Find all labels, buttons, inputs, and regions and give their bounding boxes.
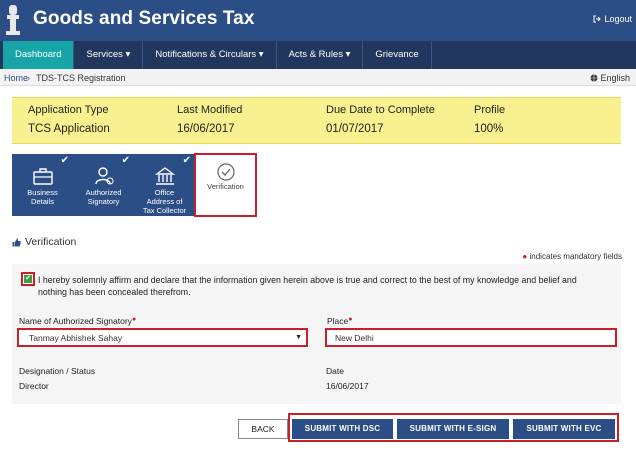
thumbs-up-icon [12, 238, 21, 246]
date-label: Date [326, 366, 344, 376]
tab-business-details[interactable]: ✔ Business Details [12, 154, 73, 216]
nav-dashboard[interactable]: Dashboard [3, 41, 75, 69]
site-title: Goods and Services Tax [33, 8, 255, 29]
tab-authorized-signatory[interactable]: ✔ Authorized Signatory [73, 154, 134, 216]
logout-icon [593, 15, 602, 23]
logout-link[interactable]: Logout [593, 14, 632, 24]
due-date-label: Due Date to Complete [326, 104, 435, 116]
main-nav: Dashboard Services ▾ Notifications & Cir… [0, 41, 636, 69]
required-marker: ● [348, 316, 353, 323]
logout-label: Logout [604, 14, 632, 24]
tab-business-label-2: Details [31, 197, 54, 206]
check-icon: ✔ [121, 155, 130, 166]
tab-signatory-label-1: Authorized [85, 188, 122, 197]
back-button[interactable]: BACK [238, 419, 288, 439]
check-circle-icon [216, 163, 235, 181]
application-type-label: Application Type [28, 104, 109, 116]
nav-services[interactable]: Services ▾ [74, 41, 144, 69]
designation-value: Director [19, 381, 49, 391]
tab-office-label-1: Office [154, 188, 175, 197]
submit-dsc-button[interactable]: SUBMIT WITH DSC [292, 419, 393, 439]
place-label: Place● [327, 316, 353, 326]
declaration-text: I hereby solemnly affirm and declare tha… [38, 275, 577, 297]
application-type-value: TCS Application [28, 123, 110, 135]
globe-icon [590, 74, 598, 82]
nav-grievance[interactable]: Grievance [363, 41, 432, 69]
due-date-value: 01/07/2017 [326, 123, 384, 135]
mandatory-note: ● indicates mandatory fields [522, 252, 622, 261]
declaration-checkbox[interactable]: ✔ [21, 272, 35, 286]
signatory-label: Name of Authorized Signatory● [19, 316, 136, 326]
summary-due-date: Due Date to Complete 01/07/2017 [326, 104, 435, 135]
caret-down-icon: ▼ [295, 334, 302, 341]
mandatory-note-text: indicates mandatory fields [529, 252, 623, 261]
language-label: English [600, 73, 630, 83]
tab-signatory-label-2: Signatory [87, 197, 120, 206]
place-label-text: Place [327, 316, 349, 326]
section-title-text: Verification [25, 236, 77, 248]
summary-profile: Profile 100% [474, 104, 505, 135]
briefcase-icon [32, 168, 53, 185]
tab-business-label-1: Business [27, 188, 58, 197]
place-input-value: New Delhi [335, 333, 374, 343]
breadcrumb: Home › TDS-TCS Registration English [0, 69, 636, 86]
last-modified-label: Last Modified [177, 104, 243, 116]
signatory-select-value: Tanmay Abhishek Sahay [29, 333, 123, 343]
language-selector[interactable]: English [590, 73, 630, 83]
nav-acts-rules[interactable]: Acts & Rules ▾ [277, 41, 364, 69]
national-emblem-icon [6, 5, 20, 35]
signatory-select[interactable]: Tanmay Abhishek Sahay ▼ [17, 328, 308, 347]
application-summary: Application Type TCS Application Last Mo… [12, 97, 621, 144]
date-value: 16/06/2017 [326, 381, 369, 391]
profile-value: 100% [474, 123, 504, 135]
nav-notifications[interactable]: Notifications & Circulars ▾ [143, 41, 277, 69]
summary-application-type: Application Type TCS Application [28, 104, 110, 135]
summary-last-modified: Last Modified 16/06/2017 [177, 104, 242, 135]
section-title: Verification [12, 236, 76, 248]
designation-label: Designation / Status [19, 366, 96, 376]
tab-verification[interactable]: Verification [194, 153, 257, 217]
check-icon: ✔ [60, 155, 69, 166]
tab-verification-label: Verification [207, 182, 244, 191]
breadcrumb-separator: › [27, 73, 30, 83]
last-modified-value: 16/06/2017 [177, 123, 235, 135]
required-marker: ● [131, 316, 137, 323]
tab-office-address[interactable]: ✔ Office Address of Tax Collector [134, 154, 195, 216]
user-check-icon [94, 167, 113, 185]
site-header: Goods and Services Tax Logout [0, 0, 636, 41]
tab-office-label-2: Address of [146, 197, 183, 206]
breadcrumb-home[interactable]: Home [4, 73, 28, 83]
checkbox-tick-icon: ✔ [24, 275, 32, 283]
signatory-label-text: Name of Authorized Signatory [19, 316, 132, 326]
building-icon [154, 167, 175, 185]
submit-evc-button[interactable]: SUBMIT WITH EVC [513, 419, 615, 439]
submit-esign-button[interactable]: SUBMIT WITH E-SIGN [397, 419, 509, 439]
breadcrumb-current: TDS-TCS Registration [36, 73, 126, 83]
tab-office-label-3: Tax Collector [142, 206, 187, 215]
profile-label: Profile [474, 104, 506, 116]
place-input[interactable]: New Delhi [325, 328, 617, 347]
check-icon: ✔ [182, 155, 191, 166]
required-marker: ● [522, 252, 528, 261]
